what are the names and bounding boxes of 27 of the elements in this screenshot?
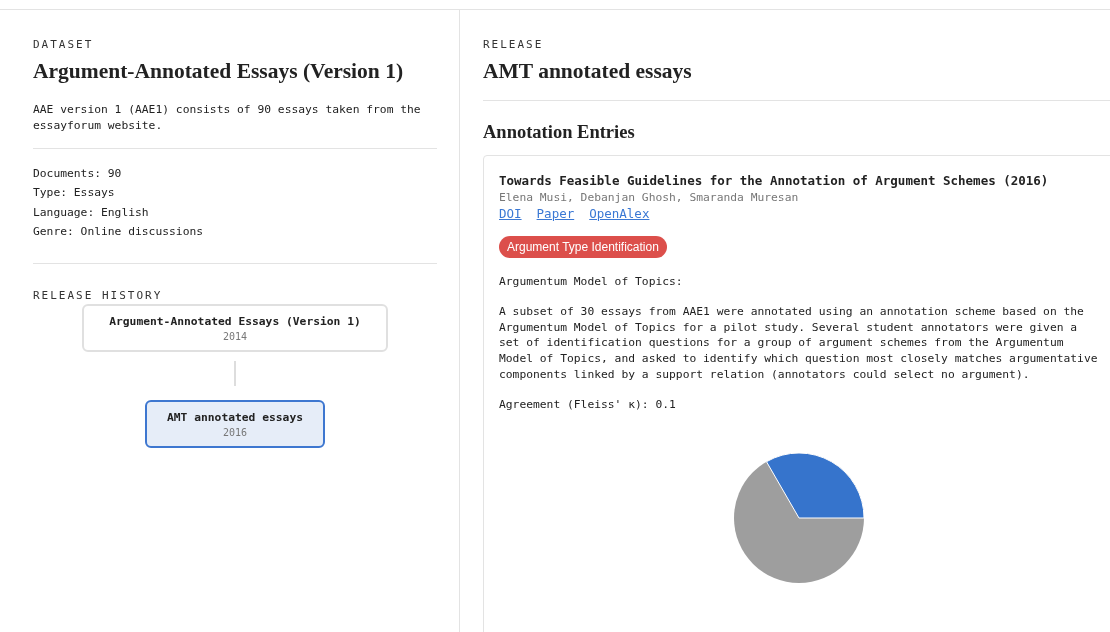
dataset-fact: Genre: Online discussions <box>33 223 205 240</box>
release-title: Argument-Annotated Essays (Version 1) <box>109 315 361 329</box>
paper-link[interactable]: Paper <box>536 206 575 221</box>
paper-link[interactable]: OpenAlex <box>589 206 650 221</box>
agreement-score: Agreement (Fleiss' κ): 0.1 <box>499 396 677 413</box>
entry-description: A subset of 30 essays from AAE1 were annotated using an annotation scheme based on the Argumentum Model of Topics for a pilot study. Several student annotators were given a set of identification questions for a group of argument schemes from the Argumentum Model of Topics, and asked to identify which question most closely matches argumentative components linked by a support relation (annotators could select no argument). <box>499 303 1099 383</box>
section-label: RELEASE HISTORY <box>33 289 164 303</box>
section-label: RELEASE <box>483 38 545 51</box>
paper-title: Towards Feasible Guidelines for the Annotation of Argument Schemes (2016) <box>499 173 1050 188</box>
dataset-fact: Type: Essays <box>33 185 116 202</box>
task-tag: Argument Type Identification <box>499 236 667 258</box>
paper-authors: Elena Musi, Debanjan Ghosh, Smaranda Muresan <box>499 191 800 204</box>
section-label: DATASET <box>33 38 95 51</box>
release-heading: AMT annotated essays <box>483 59 693 84</box>
scheme-name: Argumentum Model of Topics: <box>499 274 684 290</box>
release-node[interactable]: Argument-Annotated Essays (Version 1) 2014 <box>82 304 388 353</box>
dataset-fact: Language: English <box>33 204 150 221</box>
dataset-title: Argument-Annotated Essays (Version 1) <box>33 59 405 84</box>
release-node[interactable]: AMT annotated essays 2016 <box>145 400 325 449</box>
release-year: 2014 <box>222 331 248 343</box>
paper-link[interactable]: DOI <box>499 206 522 221</box>
dataset-fact: Documents: 90 <box>33 166 123 182</box>
connector-line <box>234 361 236 387</box>
dataset-description: AAE version 1 (AAE1) consists of 90 essays taken from the essayforum website. <box>33 102 422 134</box>
release-title: AMT annotated essays <box>167 411 303 425</box>
release-year: 2016 <box>222 427 248 439</box>
section-heading: Annotation Entries <box>483 122 636 143</box>
